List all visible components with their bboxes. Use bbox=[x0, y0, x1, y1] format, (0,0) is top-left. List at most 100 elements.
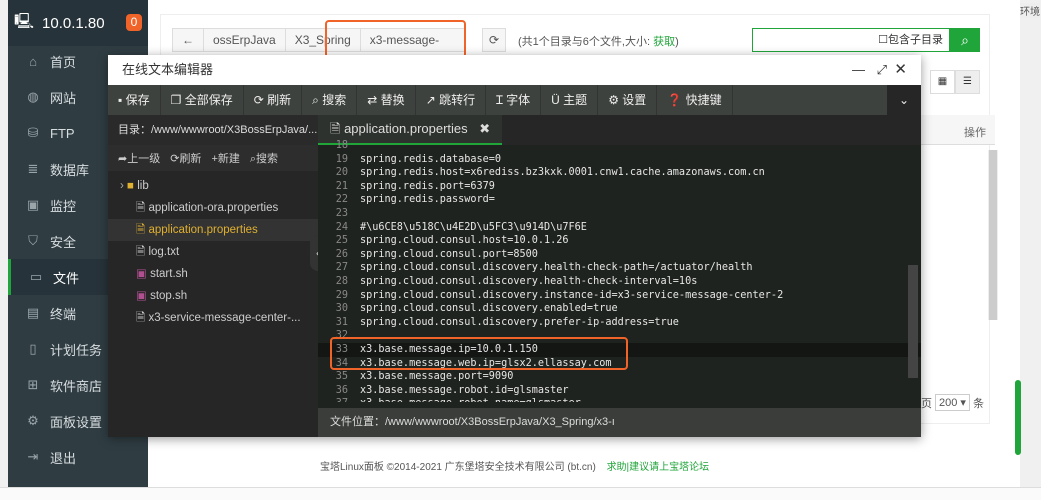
toolbar-button[interactable]: ⌕ 搜索 bbox=[302, 85, 358, 115]
code-line: 24 #\u6CE8\u518C\u4E2D\u5FC3\u914D\u7F6E bbox=[335, 221, 587, 233]
file-icon: 🗎 bbox=[136, 224, 146, 236]
code-line: 36 x3.base.message.robot.id=glsmaster bbox=[335, 384, 569, 396]
file-tree-panel: 目录：/www/wwwroot/X3BossErpJava/... ➦上一级 ⟳刷… bbox=[108, 115, 326, 437]
breadcrumb-item[interactable]: ossErpJava bbox=[204, 29, 286, 51]
maximize-icon[interactable]: ⤢ bbox=[877, 55, 887, 85]
dir-summary: (共1个目录与6个文件,大小: 获取) bbox=[518, 36, 679, 48]
file-icon: 🗎 bbox=[330, 121, 341, 136]
notification-badge[interactable]: 0 bbox=[126, 14, 142, 31]
close-icon[interactable]: ✕ bbox=[894, 55, 907, 85]
toolbar-button[interactable]: Ü 主题 bbox=[541, 85, 599, 115]
settings-icon: ⚙ bbox=[608, 93, 619, 107]
terminal-icon: ▤ bbox=[26, 305, 40, 320]
ops-header: 操作 bbox=[964, 127, 986, 139]
code-panel: 🗎 application.properties ✖ 18 19 spring.re… bbox=[318, 115, 921, 437]
highlight-box bbox=[330, 337, 628, 370]
up-icon: ➦ bbox=[118, 153, 128, 165]
file-item[interactable]: 🗎 x3-service-message-center-... bbox=[108, 307, 318, 329]
host-label: 10.0.1.80 bbox=[42, 14, 105, 32]
code-line: 18 bbox=[335, 140, 348, 151]
editor-toolbar: ▪ 保存 ❐ 全部保存 ⟳ 刷新 ⌕ 搜索 ⇄ 替换 ↗ 跳转行 Ɪ 字体 Ü 主题 ⚙ 设置 ❓… bbox=[108, 85, 921, 115]
toolbar-button[interactable]: ❐ 全部保存 bbox=[161, 85, 244, 115]
sidebar-item[interactable]: ⇥ 退出 bbox=[8, 439, 148, 475]
file-item[interactable]: 🗎 log.txt bbox=[108, 241, 318, 263]
help-icon: ❓ bbox=[667, 93, 683, 107]
code-line: 19 spring.redis.database=0 bbox=[335, 153, 502, 165]
toolbar-button[interactable]: ⚙ 设置 bbox=[598, 85, 658, 115]
save-icon: ▪ bbox=[118, 93, 123, 107]
file-icon: 🗎 bbox=[136, 246, 146, 258]
code-line: 23 bbox=[335, 207, 348, 219]
checkbox[interactable]: ☐ bbox=[878, 34, 888, 46]
toolbar-button[interactable]: Ɪ 字体 bbox=[486, 85, 542, 115]
theme-icon: Ü bbox=[551, 93, 560, 107]
code-line: 35 x3.base.message.port=9090 bbox=[335, 371, 514, 383]
grid-view-icon[interactable]: ▦ bbox=[930, 70, 955, 94]
tree-toolbar-button[interactable]: ⌕搜索 bbox=[250, 150, 278, 166]
code-line: 31 spring.cloud.consul.discovery.prefer-i… bbox=[335, 316, 679, 328]
code-line: 25 spring.cloud.consul.host=10.0.1.26 bbox=[335, 235, 569, 247]
per-page-select[interactable]: 200 ▾ bbox=[935, 394, 970, 411]
folder-icon: ■ bbox=[127, 180, 134, 192]
toolbar-button[interactable]: ↗ 跳转行 bbox=[416, 85, 487, 115]
get-size-link[interactable]: 获取 bbox=[653, 36, 675, 48]
globe-icon: ◍ bbox=[27, 89, 39, 104]
file-tree-toolbar: ➦上一级 ⟳刷新 +新建 ⌕搜索 bbox=[108, 145, 318, 171]
toolbar-button[interactable]: ⇄ 替换 bbox=[357, 85, 416, 115]
dir-path: 目录：/www/wwwroot/X3BossErpJava/... bbox=[108, 115, 318, 145]
tree-toolbar-button[interactable]: +新建 bbox=[211, 150, 239, 166]
search-input[interactable]: ☐包含子目录 bbox=[752, 28, 950, 52]
code-line: 30 spring.cloud.consul.discovery.enabled=… bbox=[335, 303, 618, 315]
corner-label: 环境 bbox=[1020, 3, 1040, 18]
file-item[interactable]: ▣ stop.sh bbox=[108, 285, 318, 307]
code-line: 27 spring.cloud.consul.discovery.health-c… bbox=[335, 262, 753, 274]
chevron-down-icon[interactable]: ⌄ bbox=[887, 85, 921, 115]
logout-icon: ⇥ bbox=[27, 449, 39, 464]
toolbar-button[interactable]: ⟳ 刷新 bbox=[244, 85, 303, 115]
scrollbar[interactable] bbox=[988, 150, 998, 320]
dialog-titlebar: 在线文本编辑器 — ⤢ ✕ bbox=[108, 55, 921, 85]
apps-icon: ⊞ bbox=[27, 377, 39, 392]
code-line: 37x3.base.message.robot.name=glsmaster bbox=[318, 397, 921, 402]
tree-toolbar-button[interactable]: ⟳刷新 bbox=[170, 150, 201, 166]
replace-icon: ⇄ bbox=[367, 93, 378, 107]
refresh-icon[interactable]: ⟳ bbox=[482, 28, 506, 52]
scrollbar-thumb[interactable] bbox=[1015, 380, 1021, 455]
folder-icon: ▭ bbox=[29, 269, 43, 284]
minimize-icon[interactable]: — bbox=[852, 55, 865, 85]
file-icon: 🗎 bbox=[136, 312, 146, 324]
file-item[interactable]: ▣ start.sh bbox=[108, 263, 318, 285]
save-all-icon: ❐ bbox=[170, 93, 182, 107]
file-item[interactable]: 🗎 application-ora.properties bbox=[108, 197, 318, 219]
list-view-icon[interactable]: ☰ bbox=[955, 70, 980, 94]
dialog-title: 在线文本编辑器 bbox=[122, 62, 214, 77]
forum-link[interactable]: 求助|建议请上宝塔论坛 bbox=[607, 462, 710, 473]
code-line: 22 spring.redis.password= bbox=[335, 194, 495, 206]
footer: 宝塔Linux面板 ©2014-2021 广东堡塔安全技术有限公司 (bt.cn… bbox=[320, 462, 710, 473]
search-button[interactable]: ⌕ bbox=[950, 28, 980, 52]
shield-icon: ⛉ bbox=[28, 233, 38, 248]
toolbar-button[interactable]: ❓ 快捷键 bbox=[657, 85, 733, 115]
back-button[interactable]: ← bbox=[173, 29, 204, 51]
file-icon: 🗎 bbox=[136, 202, 146, 214]
highlight-box bbox=[325, 20, 466, 58]
toolbar-button[interactable]: ▪ 保存 bbox=[108, 85, 161, 115]
code-line: 21 spring.redis.port=6379 bbox=[335, 180, 495, 192]
sidebar-header: 🖳 10.0.1.80 0 bbox=[8, 0, 148, 46]
file-item[interactable]: 🗎 application.properties bbox=[108, 219, 318, 241]
close-tab-icon[interactable]: ✖ bbox=[479, 121, 490, 136]
tree-toolbar-button[interactable]: ➦上一级 bbox=[118, 150, 160, 166]
shell-file-icon: ▣ bbox=[136, 290, 147, 302]
shell-file-icon: ▣ bbox=[136, 268, 147, 280]
code-line: 28 spring.cloud.consul.discovery.health-c… bbox=[335, 275, 698, 287]
home-icon: ⌂ bbox=[29, 53, 37, 69]
code-line: 26 spring.cloud.consul.port=8500 bbox=[335, 248, 538, 260]
code-scrollbar[interactable] bbox=[908, 265, 918, 378]
text-editor-dialog: 在线文本编辑器 — ⤢ ✕ ▪ 保存 ❐ 全部保存 ⟳ 刷新 ⌕ 搜索 ⇄ 替换 ↗ 跳转… bbox=[108, 55, 921, 437]
calendar-icon: ▯ bbox=[29, 341, 37, 356]
monitor-icon: 🖳 bbox=[14, 12, 35, 30]
file-item[interactable]: › ■ lib bbox=[108, 175, 318, 197]
code-line: 29 spring.cloud.consul.discovery.instance… bbox=[335, 289, 784, 301]
monitor-icon: ▣ bbox=[26, 197, 40, 212]
refresh-icon: ⟳ bbox=[253, 93, 264, 107]
